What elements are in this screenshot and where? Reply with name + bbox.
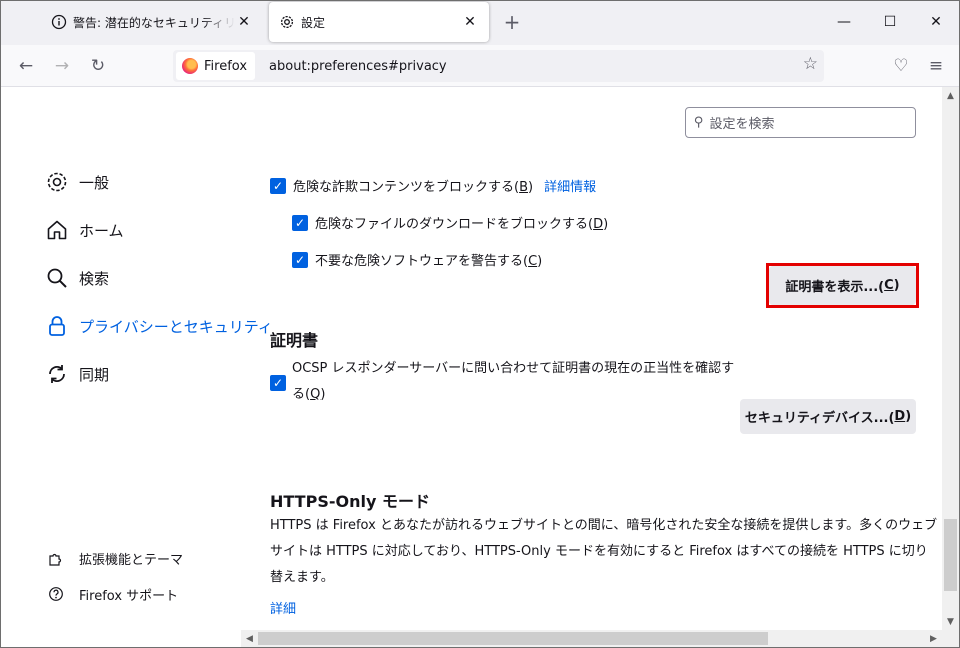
https-only-description: HTTPS は Firefox とあなたが訪れるウェブサイトとの間に、暗号化され… — [270, 518, 938, 585]
security-devices-button[interactable]: セキュリティデバイス...(D) — [740, 399, 916, 434]
minimize-button[interactable]: — — [821, 1, 867, 43]
ocsp-label[interactable]: OCSP レスポンダーサーバーに問い合わせて証明書の現在の正当性を確認す る(Q… — [292, 356, 742, 408]
horizontal-scrollbar[interactable]: ◀ ▶ — [241, 630, 942, 647]
puzzle-icon — [47, 550, 65, 566]
footer-label: 拡張機能とテーマ — [79, 552, 184, 568]
block-deceptive-label[interactable]: 危険な詐欺コンテンツをブロックする(B) — [293, 176, 533, 195]
sidebar-item-search[interactable]: 検索 — [45, 263, 109, 293]
sidebar-item-label: プライバシーとセキュリティ — [79, 317, 273, 336]
identity-box[interactable]: Firefox — [176, 52, 256, 80]
back-button[interactable]: ← — [12, 53, 40, 79]
navigation-toolbar: ← → ↻ Firefox about:preferences#privacy … — [1, 45, 959, 87]
sidebar-item-label: 同期 — [79, 365, 110, 384]
sidebar-item-privacy[interactable]: プライバシーとセキュリティ — [45, 311, 273, 341]
warn-unwanted-checkbox[interactable]: ✓ — [292, 251, 308, 268]
info-icon — [51, 14, 67, 30]
bookmark-star-icon[interactable]: ☆ — [803, 54, 818, 74]
certificates-heading: 証明書 — [270, 331, 319, 350]
lock-icon — [45, 314, 69, 338]
preferences-page: ⚲ 設定を検索 一般 ホーム 検索 プライバシーとセキュリティ 同期 拡張機能と… — [1, 87, 942, 630]
home-icon — [45, 218, 69, 242]
scroll-up-arrow-icon[interactable]: ▲ — [942, 87, 959, 104]
maximize-button[interactable]: ☐ — [867, 1, 913, 43]
identity-label: Firefox — [204, 58, 248, 74]
ocsp-checkbox[interactable]: ✓ — [270, 375, 286, 391]
firefox-support-link[interactable]: Firefox サポート — [47, 583, 178, 605]
highlight-box — [766, 263, 919, 308]
pocket-icon[interactable]: ♡ — [887, 53, 915, 79]
scrollbar-corner — [942, 630, 959, 647]
privacy-settings-panel: ✓ 危険な詐欺コンテンツをブロックする(B) 詳細情報 ✓ 危険なファイルのダウ… — [270, 87, 938, 630]
reload-button[interactable]: ↻ — [84, 53, 112, 79]
scroll-down-arrow-icon[interactable]: ▼ — [942, 613, 959, 630]
help-icon — [47, 586, 65, 602]
block-deceptive-checkbox[interactable]: ✓ — [270, 177, 286, 194]
close-window-button[interactable]: ✕ — [913, 1, 959, 43]
extensions-themes-link[interactable]: 拡張機能とテーマ — [47, 547, 183, 569]
sidebar-item-label: ホーム — [79, 221, 124, 240]
sidebar-item-sync[interactable]: 同期 — [45, 359, 109, 389]
tab-label: 警告: 潜在的なセキュリティリスクあり — [73, 15, 235, 30]
block-downloads-checkbox[interactable]: ✓ — [292, 214, 308, 231]
tab-security-warning[interactable]: 警告: 潜在的なセキュリティリスクあり ✕ — [41, 2, 263, 42]
horizontal-scroll-thumb[interactable] — [258, 632, 768, 645]
firefox-logo-icon — [182, 58, 198, 74]
tab-bar: 警告: 潜在的なセキュリティリスクあり ✕ 設定 ✕ + — ☐ ✕ — [1, 1, 959, 45]
warn-unwanted-label[interactable]: 不要な危険ソフトウェアを警告する(C) — [315, 250, 542, 269]
vertical-scrollbar[interactable]: ▲ ▼ — [942, 87, 959, 630]
app-menu-button[interactable]: ≡ — [922, 53, 950, 79]
sidebar-item-label: 一般 — [79, 173, 110, 192]
new-tab-button[interactable]: + — [501, 10, 523, 34]
search-icon — [45, 266, 69, 290]
tab-close-icon[interactable]: ✕ — [461, 13, 479, 31]
footer-label: Firefox サポート — [79, 588, 179, 604]
block-deceptive-row: ✓ 危険な詐欺コンテンツをブロックする(B) 詳細情報 — [270, 176, 596, 195]
scroll-left-arrow-icon[interactable]: ◀ — [241, 630, 258, 647]
vertical-scroll-thumb[interactable] — [944, 519, 957, 591]
tab-close-icon[interactable]: ✕ — [235, 13, 253, 31]
sidebar-item-general[interactable]: 一般 — [45, 167, 109, 197]
https-only-heading: HTTPS-Only モード — [270, 492, 430, 511]
sync-icon — [45, 362, 69, 386]
tab-label: 設定 — [301, 15, 326, 30]
sidebar-item-home[interactable]: ホーム — [45, 215, 124, 245]
warn-unwanted-row: ✓ 不要な危険ソフトウェアを警告する(C) — [292, 250, 542, 269]
gear-icon — [279, 14, 295, 30]
learn-more-link[interactable]: 詳細情報 — [544, 176, 596, 195]
block-downloads-row: ✓ 危険なファイルのダウンロードをブロックする(D) — [292, 213, 608, 232]
scroll-right-arrow-icon[interactable]: ▶ — [925, 630, 942, 647]
https-learn-more-link[interactable]: 詳細 — [270, 598, 296, 617]
forward-button[interactable]: → — [48, 53, 76, 79]
block-downloads-label[interactable]: 危険なファイルのダウンロードをブロックする(D) — [315, 213, 608, 232]
url-text[interactable]: about:preferences#privacy — [269, 59, 447, 74]
tab-settings[interactable]: 設定 ✕ — [269, 2, 489, 42]
url-bar[interactable]: Firefox about:preferences#privacy ☆ — [173, 50, 824, 82]
browser-window: 警告: 潜在的なセキュリティリスクあり ✕ 設定 ✕ + — ☐ ✕ ← → ↻… — [0, 0, 960, 648]
gear-icon — [45, 170, 69, 194]
sidebar-item-label: 検索 — [79, 269, 110, 288]
